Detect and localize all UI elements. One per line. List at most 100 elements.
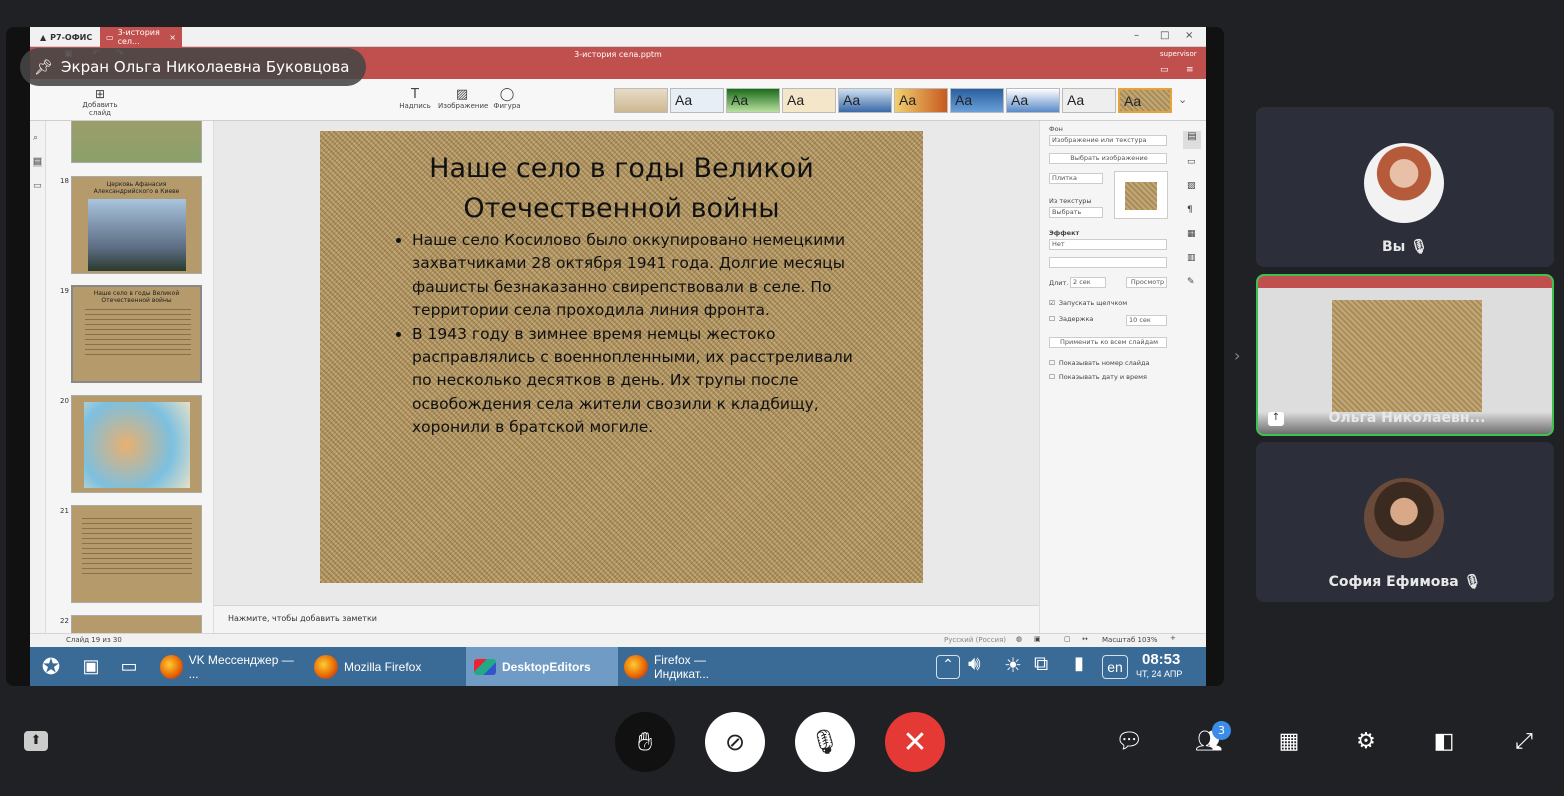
folder-icon[interactable]: ▭ (1160, 65, 1169, 75)
chart-icon[interactable]: ▥ (1187, 253, 1196, 263)
chevron-right-icon[interactable]: › (1234, 346, 1240, 365)
upload-icon[interactable]: ⬆ (24, 731, 48, 751)
slide-body[interactable]: Наше село Косилово было оккупировано нем… (390, 229, 860, 440)
theme-thumb-8[interactable]: Aa (1006, 88, 1060, 113)
slide-thumb-21[interactable] (71, 505, 202, 603)
fill-type-select[interactable]: Изображение или текстура (1049, 135, 1167, 146)
slide-thumb-20[interactable] (71, 395, 202, 493)
apply-all-button[interactable]: Применить ко всем слайдам (1049, 337, 1167, 348)
fullscreen-icon[interactable]: ⤢ (1510, 728, 1538, 756)
brand-tab[interactable]: ▲ Р7-ОФИС (34, 27, 98, 47)
taskbar-item-label: Firefox — Индикат... (653, 652, 709, 681)
effect-type-select[interactable] (1049, 257, 1167, 268)
slide-title[interactable]: Наше село в годы Великой Отечественной в… (320, 149, 923, 229)
signature-icon[interactable]: ✎ (1187, 277, 1195, 287)
layout-icon[interactable]: ◧ (1430, 728, 1458, 756)
hand-icon: ✋︎ (637, 726, 653, 757)
participant-tile-presenter[interactable]: ↑ Ольга Николаевн... (1256, 274, 1554, 436)
theme-thumb-9[interactable]: Aa (1062, 88, 1116, 113)
preview-button[interactable]: Просмотр (1126, 277, 1167, 288)
windows-icon[interactable]: ▣ (76, 647, 106, 686)
theme-thumb-2[interactable]: Aa (670, 88, 724, 113)
table-icon[interactable]: ▦ (1187, 229, 1196, 239)
picture-settings-icon[interactable]: ▨ (1187, 181, 1196, 191)
fit-width-icon[interactable]: ↔ (1082, 635, 1088, 643)
paragraph-icon[interactable]: ¶ (1187, 205, 1193, 215)
theme-thumb-7[interactable]: Aa (950, 88, 1004, 113)
textbox-label: Надпись (399, 102, 431, 110)
minimize-icon[interactable]: – (1134, 30, 1139, 41)
slides-icon[interactable]: ▤ (33, 157, 42, 167)
slide-thumb-18[interactable]: Церковь Афанасия Александрийского в Киев… (71, 176, 202, 274)
document-tab[interactable]: ▭ 3-история сел... × (100, 27, 182, 47)
menu-icon[interactable]: ≡ (1186, 65, 1194, 75)
taskbar-item-vk[interactable]: VK Мессенджер — ... (160, 647, 300, 686)
taskbar-item-desktopeditors[interactable]: DesktopEditors (466, 647, 618, 686)
search-icon[interactable]: ⌕ (33, 133, 38, 143)
mic-toggle-button[interactable]: 🎙︎ (795, 712, 855, 772)
checkbox-icon: ☐ (1049, 359, 1055, 367)
theme-thumb-1[interactable] (614, 88, 668, 113)
slide-thumb-22[interactable] (71, 615, 202, 633)
keyboard-layout[interactable]: en (1102, 655, 1128, 679)
maximize-icon[interactable]: □ (1160, 30, 1169, 41)
slide-settings-panel: Фон Изображение или текстура Выбрать изо… (1039, 121, 1206, 633)
delay-checkbox[interactable]: ☐ Задержка (1049, 315, 1093, 323)
effect-select[interactable]: Нет (1049, 239, 1167, 250)
delay-input[interactable]: 10 сек (1126, 315, 1167, 326)
participant-tile-sofia[interactable]: София Ефимова 🎙︎ (1256, 442, 1554, 602)
brightness-icon[interactable]: ☀︎ (1004, 653, 1022, 678)
leave-call-button[interactable]: ✕ (885, 712, 945, 772)
network-icon[interactable]: ⧉ (1034, 653, 1048, 676)
chat-icon[interactable]: 💬︎ (1115, 728, 1143, 756)
theme-thumb-5[interactable]: Aa (838, 88, 892, 113)
image-button[interactable]: ▨ Изображение (438, 87, 488, 110)
current-slide[interactable]: Наше село в годы Великой Отечественной в… (320, 131, 923, 583)
tile-select[interactable]: Плитка (1049, 173, 1103, 184)
chevron-down-icon[interactable]: ⌄ (1178, 93, 1187, 106)
shape-button[interactable]: ◯ Фигура (490, 87, 524, 110)
start-menu-icon[interactable]: ✪ (36, 647, 66, 686)
battery-icon[interactable]: ▮ (1074, 653, 1084, 674)
zoom-in-icon[interactable]: + (1170, 634, 1176, 642)
comments-icon[interactable]: ▭ (33, 181, 42, 191)
language-indicator[interactable]: Русский (Россия) (944, 636, 1006, 644)
show-date-checkbox[interactable]: ☐ Показывать дату и время (1049, 373, 1147, 381)
slide-settings-icon[interactable]: ▤ (1183, 131, 1201, 149)
choose-image-button[interactable]: Выбрать изображение (1049, 153, 1167, 164)
screen-share-label[interactable]: 📌︎ Экран Ольга Николаевна Буковцова (20, 48, 366, 86)
logo-icon: ▲ (40, 32, 47, 42)
theme-thumb-3[interactable]: Aa (726, 88, 780, 113)
raise-hand-button[interactable]: ✋︎ (615, 712, 675, 772)
taskbar-item-firefox[interactable]: Mozilla Firefox (314, 647, 454, 686)
fit-slide-icon[interactable]: ▢ (1064, 635, 1071, 643)
globe-icon[interactable]: ◍ (1016, 635, 1022, 643)
theme-thumb-6[interactable]: Aa (894, 88, 948, 113)
slide-thumb-17[interactable] (71, 121, 202, 163)
slide-thumb-19[interactable]: Наше село в годы Великой Отечественной в… (71, 285, 202, 383)
theme-thumb-selected[interactable]: Aa (1118, 88, 1172, 113)
close-window-icon[interactable]: × (1185, 30, 1193, 41)
close-icon: ✕ (902, 724, 928, 760)
add-slide-button[interactable]: ⊞ Добавить слайд (72, 87, 128, 117)
notes-area[interactable]: Нажмите, чтобы добавить заметки (214, 605, 1039, 633)
layout-icon[interactable]: ▭ (1187, 157, 1196, 167)
show-slide-number-checkbox[interactable]: ☐ Показывать номер слайда (1049, 359, 1149, 367)
duration-input[interactable]: 2 сек (1070, 277, 1106, 288)
texture-select[interactable]: Выбрать (1049, 207, 1103, 218)
clock-time: 08:53 (1142, 651, 1181, 668)
close-icon[interactable]: × (169, 33, 176, 42)
taskbar-item-firefox-indicator[interactable]: Firefox — Индикат... (624, 647, 764, 686)
desktop-icon[interactable]: ▭ (114, 647, 144, 686)
avatar (1364, 478, 1444, 558)
participant-tile-self[interactable]: Вы 🎙︎ (1256, 107, 1554, 267)
chevron-up-icon[interactable]: ⌃ (936, 655, 960, 679)
textbox-button[interactable]: T Надпись (398, 87, 432, 110)
spellcheck-icon[interactable]: ▣ (1034, 635, 1041, 643)
start-on-click-checkbox[interactable]: ☑ Запускать щелчком (1049, 299, 1127, 307)
gear-icon[interactable]: ⚙︎ (1352, 728, 1380, 756)
grid-icon[interactable]: ▦ (1275, 728, 1303, 756)
volume-icon[interactable]: 🔊︎ (968, 653, 981, 676)
camera-toggle-button[interactable]: ⊘ (705, 712, 765, 772)
theme-thumb-4[interactable]: Aa (782, 88, 836, 113)
